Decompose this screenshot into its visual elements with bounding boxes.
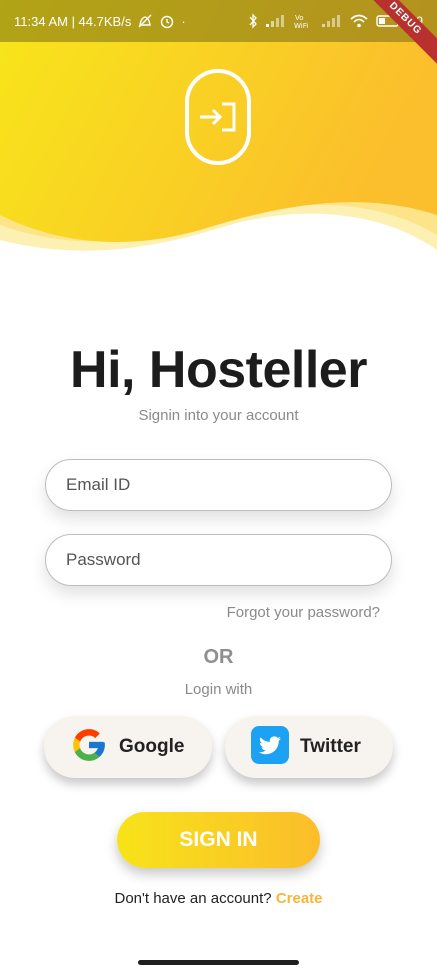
login-with-label: Login with (184, 681, 253, 698)
create-account-link[interactable]: Create (276, 890, 323, 907)
email-field[interactable] (45, 459, 392, 511)
password-input[interactable] (66, 550, 371, 570)
alarm-clock-icon (159, 13, 175, 29)
twitter-icon (251, 725, 289, 769)
status-time-speed: 11:34 AM | 44.7KB/s (14, 13, 132, 29)
twitter-button-label: Twitter (300, 736, 361, 757)
email-input[interactable] (66, 475, 371, 495)
page-title: Hi, Hosteller (70, 341, 367, 399)
sign-in-button[interactable]: SIGN IN (117, 812, 320, 868)
google-icon (70, 726, 108, 769)
status-bar: 11:34 AM | 44.7KB/s · Vo WiFi DEBUG (0, 0, 437, 68)
silent-alarm-icon (137, 14, 153, 28)
bluetooth-icon (248, 13, 258, 29)
signal-strength-icon (265, 15, 286, 27)
no-account-text: Don't have an account? (114, 890, 272, 907)
login-door-icon (184, 68, 252, 166)
svg-text:Vo: Vo (295, 14, 304, 22)
page-subtitle: Signin into your account (138, 407, 299, 424)
svg-text:WiFi: WiFi (294, 22, 308, 29)
or-divider: OR (203, 646, 234, 668)
signup-prompt: Don't have an account? Create (0, 890, 437, 907)
wifi-icon (350, 14, 368, 28)
google-button-label: Google (119, 736, 185, 757)
status-dot: · (181, 13, 186, 29)
google-login-button[interactable]: Google (44, 716, 212, 778)
header-banner: 11:34 AM | 44.7KB/s · Vo WiFi DEBUG (0, 0, 437, 280)
signal-strength-2-icon (321, 15, 342, 27)
password-field[interactable] (45, 534, 392, 586)
twitter-login-button[interactable]: Twitter (225, 716, 393, 778)
vowifi-icon: Vo WiFi (294, 13, 314, 29)
forgot-password-link[interactable]: Forgot your password? (227, 604, 380, 621)
home-indicator[interactable] (138, 960, 299, 965)
